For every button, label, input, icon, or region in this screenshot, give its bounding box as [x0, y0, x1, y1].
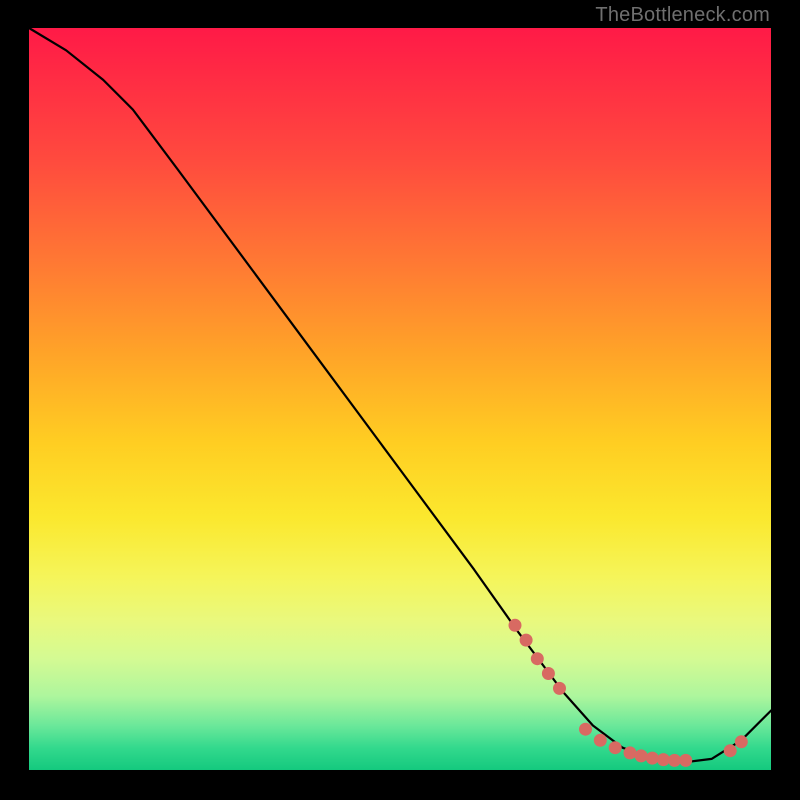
data-point [531, 653, 543, 665]
data-point [669, 754, 681, 766]
data-point [680, 754, 692, 766]
watermark-text: TheBottleneck.com [595, 4, 770, 27]
data-point [646, 752, 658, 764]
data-points [509, 619, 747, 766]
data-point [609, 742, 621, 754]
data-point [735, 736, 747, 748]
data-point [657, 754, 669, 766]
data-point [580, 723, 592, 735]
data-point [624, 747, 636, 759]
data-point [724, 745, 736, 757]
data-point [509, 619, 521, 631]
data-point [635, 750, 647, 762]
data-point [542, 668, 554, 680]
chart-overlay [29, 28, 771, 770]
data-point [554, 682, 566, 694]
bottleneck-curve [29, 28, 771, 763]
data-point [594, 734, 606, 746]
data-point [520, 634, 532, 646]
chart-stage: TheBottleneck.com [0, 0, 800, 800]
